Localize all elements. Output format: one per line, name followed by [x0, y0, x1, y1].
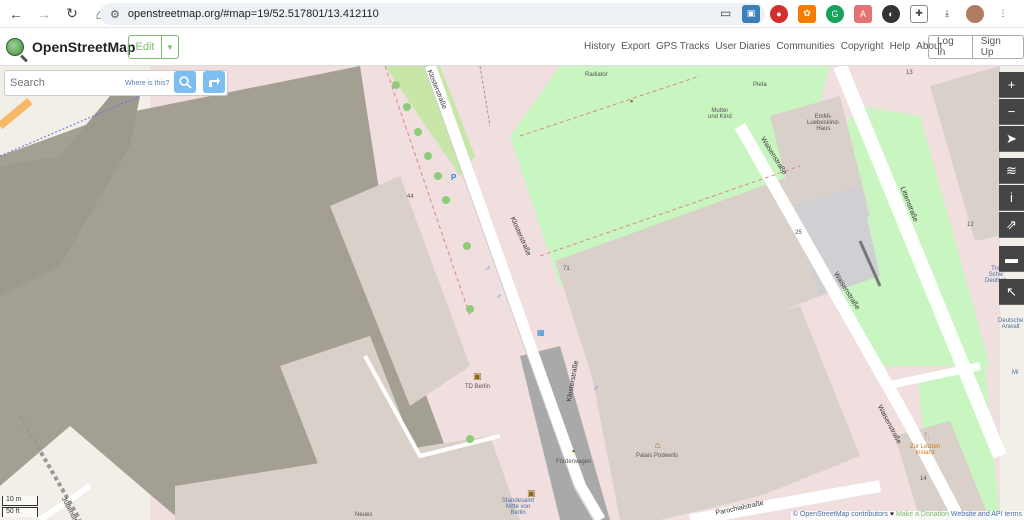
extension-icon-5[interactable]: A	[854, 4, 872, 23]
share-button[interactable]: ⇗	[999, 212, 1024, 238]
label-standesamt: Standesamt Mitte von Berlin	[502, 498, 535, 516]
bicycle-parking-icon[interactable]: ♂	[593, 384, 599, 393]
extension-icon-4[interactable]: G	[826, 4, 844, 23]
auth-group: Log In Sign Up	[928, 35, 1024, 59]
comment-icon: ▬	[1005, 251, 1018, 266]
reload-icon[interactable]: ↻	[60, 2, 84, 26]
zoom-out-button[interactable]: −	[999, 99, 1024, 125]
house-number: 12	[967, 222, 974, 228]
locate-button[interactable]: ➤	[999, 126, 1024, 152]
location-arrow-icon: ➤	[1006, 130, 1017, 146]
label-palais-podewils: Palais Podewils	[636, 453, 679, 459]
transit-icon[interactable]: ▦	[537, 328, 545, 337]
osm-contributors-link[interactable]: © OpenStreetMap contributors	[793, 511, 888, 520]
house-number: 14	[920, 476, 927, 482]
layers-icon: ≋	[1006, 162, 1017, 178]
bicycle-parking-icon[interactable]: ♂	[485, 264, 491, 273]
label-deutsche-anwalt: Deutsche Anwalt	[998, 318, 1024, 330]
download-icon[interactable]: ⤓	[938, 4, 956, 23]
zoom-in-button[interactable]: +	[999, 72, 1024, 98]
nav-export[interactable]: Export	[621, 41, 650, 52]
extension-icon-2[interactable]: ●	[770, 4, 788, 23]
forward-arrow-icon[interactable]: →	[32, 2, 56, 26]
add-note-button[interactable]: ▬	[999, 246, 1024, 272]
house-number: 25	[795, 230, 802, 236]
townhall-icon[interactable]: ▣	[527, 488, 536, 499]
login-button[interactable]: Log In	[928, 35, 973, 59]
parking-icon[interactable]: P	[451, 173, 456, 182]
attribution: © OpenStreetMap contributors ♥ Make a Do…	[790, 511, 1024, 520]
artwork-icon[interactable]: ▪	[630, 96, 633, 106]
search-icon	[179, 76, 192, 89]
extension-icon-3[interactable]: ✿	[798, 4, 816, 23]
heart-icon: ♥	[889, 511, 894, 518]
house-number: 13	[906, 70, 913, 76]
avatar[interactable]	[966, 4, 984, 23]
where-is-this-link[interactable]: Where is this?	[125, 80, 169, 87]
nav-communities[interactable]: Communities	[776, 41, 834, 52]
scale-metric: 10 m	[2, 496, 38, 506]
map-svg	[0, 66, 1007, 520]
share-icon: ⇗	[1006, 216, 1017, 232]
menu-dots-icon[interactable]: ⋮	[994, 4, 1012, 23]
label-mi: Mi	[1012, 370, 1019, 376]
label-foerderwagen: Förderwagen	[556, 459, 592, 465]
logo[interactable]: OpenStreetMap	[6, 37, 136, 56]
road-orange	[0, 97, 33, 130]
site-settings-icon[interactable]: ⚙	[110, 8, 120, 21]
directions-icon	[209, 77, 220, 87]
info-icon: i	[1010, 190, 1013, 205]
nav-user-diaries[interactable]: User Diaries	[715, 41, 770, 52]
osm-logo-icon	[6, 37, 24, 56]
label-pieta: Pieta	[753, 82, 767, 88]
signup-button[interactable]: Sign Up	[972, 35, 1024, 59]
map-canvas[interactable]: Radiator ▪ Mutter und Kind Pieta EmMi- L…	[0, 66, 1024, 520]
house-number: 44	[407, 194, 414, 200]
office-icon[interactable]: ▣	[473, 371, 482, 382]
cast-icon[interactable]: ▭	[720, 6, 731, 20]
label-zur-letzten-instanz: Zur Letzten Instanz	[910, 444, 941, 456]
nav-gps-tracks[interactable]: GPS Tracks	[656, 41, 709, 52]
label-neues: Neues	[355, 512, 373, 518]
scale-bar: 10 m 50 ft	[2, 496, 38, 517]
search-button[interactable]	[174, 71, 196, 93]
restaurant-icon[interactable]: 🍴	[922, 431, 933, 442]
label-emmi-haus: EmMi- Luebeskind- Haus	[807, 114, 840, 132]
donate-link[interactable]: Make a Donation	[896, 511, 949, 520]
puzzle-icon[interactable]: ✚	[910, 4, 928, 23]
label-radiator: Radiator	[585, 72, 608, 78]
terms-link[interactable]: Website and API terms	[951, 511, 1022, 520]
back-arrow-icon[interactable]: ←	[4, 2, 28, 26]
site-header: OpenStreetMap Edit ▼ History Export GPS …	[0, 28, 1024, 66]
query-features-button[interactable]: ↖	[999, 279, 1024, 305]
cursor-question-icon: ↖	[1006, 283, 1017, 299]
nav-history[interactable]: History	[584, 41, 615, 52]
artwork-icon[interactable]: ▪	[572, 446, 575, 456]
castle-icon[interactable]: ⌂	[655, 440, 660, 450]
plus-icon: +	[1007, 77, 1016, 92]
house-number: 71	[563, 266, 570, 272]
browser-toolbar: ← → ↻ ⌂ ⚙ openstreetmap.org/#map=19/52.5…	[0, 0, 1024, 28]
address-bar[interactable]: ⚙ openstreetmap.org/#map=19/52.517801/13…	[100, 3, 765, 25]
edit-group: Edit ▼	[128, 35, 179, 59]
extension-icon-6[interactable]: ◐	[882, 4, 900, 23]
nav-links: History Export GPS Tracks User Diaries C…	[584, 41, 942, 52]
layers-button[interactable]: ≋	[999, 158, 1024, 184]
bicycle-parking-icon[interactable]: ♂	[496, 292, 502, 301]
label-td-berlin: TD Berlin	[465, 384, 491, 390]
url-text: openstreetmap.org/#map=19/52.517801/13.4…	[127, 8, 379, 20]
minus-icon: −	[1007, 104, 1016, 119]
label-mutter-und-kind: Mutter und Kind	[708, 108, 732, 120]
extension-icon-1[interactable]: ▣	[742, 4, 760, 23]
map-key-button[interactable]: i	[999, 185, 1024, 211]
search-input[interactable]	[5, 77, 123, 89]
directions-button[interactable]	[203, 71, 225, 93]
nav-help[interactable]: Help	[890, 41, 911, 52]
nav-copyright[interactable]: Copyright	[841, 41, 884, 52]
edit-button[interactable]: Edit	[128, 35, 162, 59]
logo-text: OpenStreetMap	[32, 38, 136, 55]
scale-imperial: 50 ft	[2, 507, 38, 517]
chevron-down-icon[interactable]: ▼	[162, 35, 179, 59]
